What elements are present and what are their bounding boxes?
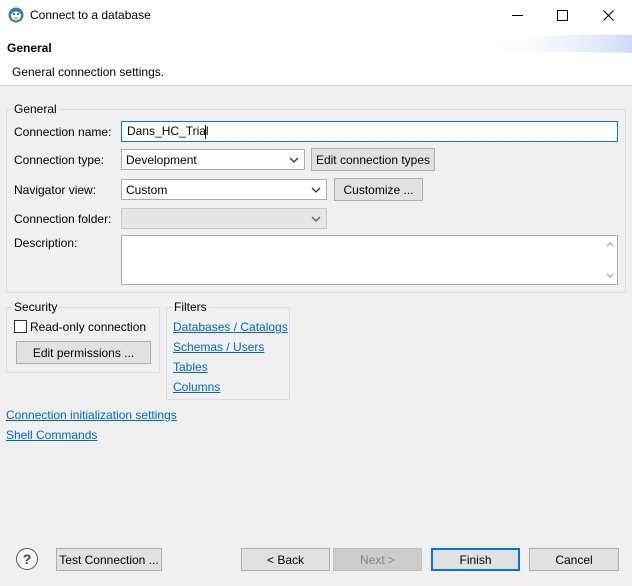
navigator-view-label: Navigator view: xyxy=(14,183,97,197)
security-group-legend: Security xyxy=(12,300,60,314)
filter-link-columns[interactable]: Columns xyxy=(173,380,220,394)
close-button[interactable] xyxy=(586,0,632,31)
chevron-down-icon xyxy=(289,157,299,163)
connection-name-label: Connection name: xyxy=(14,125,112,139)
description-label: Description: xyxy=(14,236,78,250)
maximize-button[interactable] xyxy=(540,0,586,31)
navigator-view-value: Custom xyxy=(126,183,168,197)
filter-link-databases[interactable]: Databases / Catalogs xyxy=(173,320,288,334)
connection-type-value: Development xyxy=(126,153,197,167)
scroll-up-icon[interactable] xyxy=(606,241,614,247)
scroll-down-icon[interactable] xyxy=(606,273,614,279)
chevron-down-icon xyxy=(311,216,321,222)
connection-name-input[interactable]: Dans_HC_Trial xyxy=(121,121,618,142)
next-button[interactable]: Next > xyxy=(333,548,422,571)
help-icon[interactable]: ? xyxy=(16,548,38,570)
title-bar: Connect to a database xyxy=(0,0,632,31)
minimize-icon xyxy=(512,15,523,16)
connection-type-label: Connection type: xyxy=(14,153,105,167)
filters-group-legend: Filters xyxy=(172,300,209,314)
maximize-icon xyxy=(557,10,568,21)
connection-init-settings-link[interactable]: Connection initialization settings xyxy=(6,408,177,422)
description-textarea[interactable] xyxy=(121,235,618,285)
navigator-view-select[interactable]: Custom xyxy=(121,179,327,200)
read-only-checkbox[interactable] xyxy=(14,320,27,333)
text-cursor xyxy=(205,125,206,139)
cancel-button[interactable]: Cancel xyxy=(529,548,619,571)
edit-connection-types-button[interactable]: Edit connection types xyxy=(311,148,435,171)
edit-permissions-button[interactable]: Edit permissions ... xyxy=(16,341,151,364)
close-icon xyxy=(603,10,614,21)
dbeaver-app-icon xyxy=(8,7,24,23)
page-title: General xyxy=(7,41,52,55)
window-title: Connect to a database xyxy=(30,8,151,22)
back-button[interactable]: < Back xyxy=(241,548,330,571)
customize-button[interactable]: Customize ... xyxy=(334,178,423,201)
shell-commands-link[interactable]: Shell Commands xyxy=(6,428,97,442)
finish-button[interactable]: Finish xyxy=(431,548,520,571)
connection-folder-label: Connection folder: xyxy=(14,212,112,226)
filter-link-schemas[interactable]: Schemas / Users xyxy=(173,340,264,354)
filter-link-tables[interactable]: Tables xyxy=(173,360,208,374)
connection-type-select[interactable]: Development xyxy=(121,149,305,170)
wizard-header: General General connection settings. xyxy=(0,31,632,86)
page-description: General connection settings. xyxy=(12,65,165,79)
read-only-label[interactable]: Read-only connection xyxy=(30,320,146,334)
connection-name-value: Dans_HC_Trial xyxy=(127,124,209,138)
minimize-button[interactable] xyxy=(494,0,540,31)
chevron-down-icon xyxy=(311,187,321,193)
test-connection-button[interactable]: Test Connection ... xyxy=(56,548,162,571)
connection-folder-select[interactable] xyxy=(121,208,327,229)
general-group-legend: General xyxy=(12,102,59,116)
header-banner-graphic xyxy=(472,34,632,53)
